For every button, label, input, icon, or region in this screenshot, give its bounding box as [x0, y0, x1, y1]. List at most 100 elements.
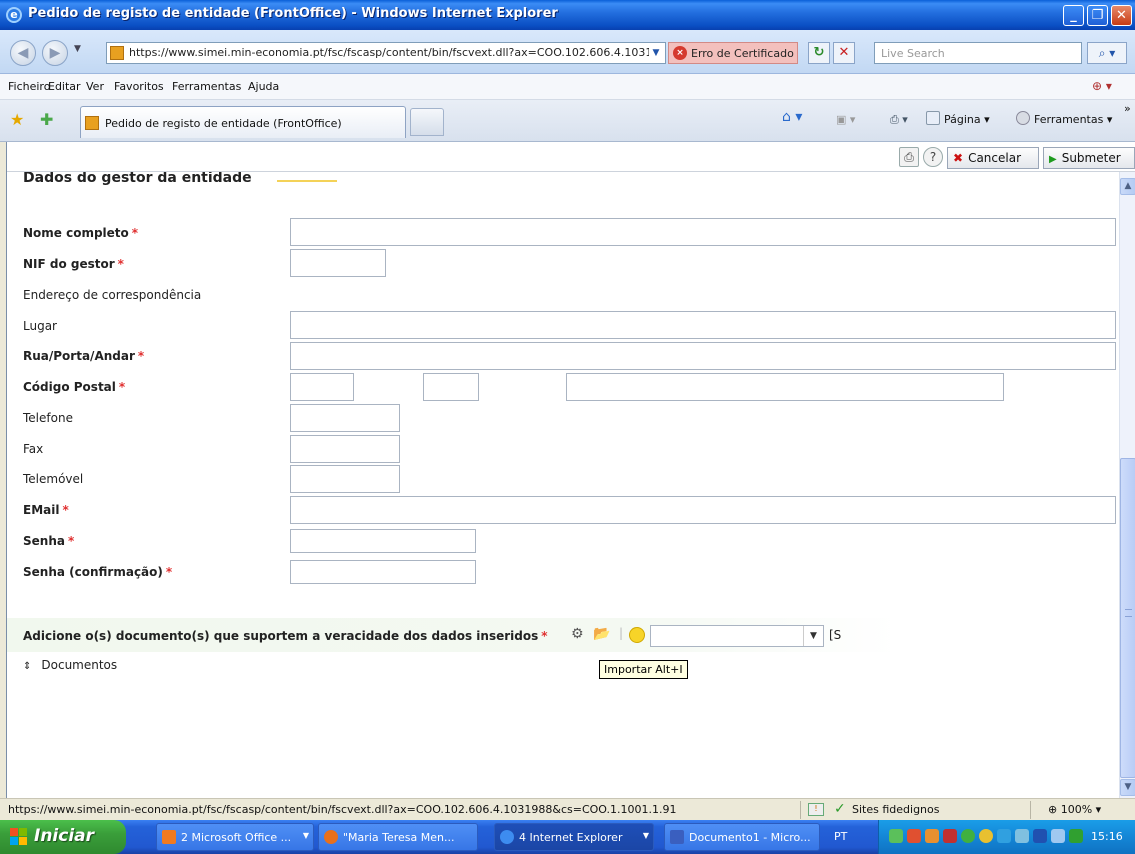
taskbar-item-firefox[interactable]: "Maria Teresa Men...	[318, 823, 478, 851]
codigo-postal-locality-input[interactable]	[566, 373, 1004, 401]
label-nome-completo: Nome completo *	[23, 226, 138, 240]
lugar-input[interactable]	[290, 311, 1116, 339]
documents-select[interactable]: ▼	[650, 625, 824, 647]
back-button[interactable]: ◀	[10, 40, 36, 66]
cancel-button[interactable]: ✖ Cancelar	[947, 147, 1039, 169]
security-zone[interactable]: Sites fidedignos	[852, 803, 939, 816]
office-icon	[162, 830, 176, 844]
close-button[interactable]: ✕	[1111, 5, 1132, 26]
label-text: Fax	[23, 442, 44, 456]
nome-completo-input[interactable]	[290, 218, 1116, 246]
sort-toggle-icon[interactable]: ⇕	[23, 661, 31, 672]
address-field[interactable]: https://www.simei.min-economia.pt/fsc/fs…	[106, 42, 666, 64]
page-menu-button[interactable]: Página ▾	[944, 113, 990, 126]
label-codigo-postal: Código Postal *	[23, 380, 125, 394]
senha-input[interactable]	[290, 529, 476, 553]
telefone-input[interactable]	[290, 404, 400, 432]
zoom-level[interactable]: ⊕ 100% ▾	[1048, 803, 1101, 816]
taskbar-item-internet-explorer[interactable]: 4 Internet Explorer ▼	[494, 823, 654, 851]
tray-app-icon[interactable]	[961, 829, 975, 843]
smiley-icon[interactable]	[629, 627, 645, 643]
tray-app-icon[interactable]	[889, 829, 903, 843]
language-indicator[interactable]: PT	[834, 830, 847, 843]
gear-icon	[1016, 111, 1030, 125]
scroll-down-button[interactable]: ▼	[1120, 779, 1135, 796]
scroll-thumb[interactable]	[1120, 458, 1135, 778]
label-text: Telemóvel	[23, 472, 84, 486]
tray-app-icon[interactable]	[1015, 829, 1029, 843]
open-folder-icon[interactable]: 📂	[593, 626, 610, 642]
menu-item-ferramentas[interactable]: Ferramentas	[172, 80, 241, 93]
address-dropdown[interactable]: ▼	[649, 45, 663, 61]
tray-app-icon[interactable]	[943, 829, 957, 843]
page-icon	[926, 111, 940, 125]
forward-button[interactable]: ▶	[42, 40, 68, 66]
help-icon[interactable]: ?	[923, 147, 943, 167]
search-button[interactable]: ⌕ ▾	[1087, 42, 1127, 64]
popup-warning-icon[interactable]: !	[808, 803, 824, 816]
taskbar-item-word[interactable]: Documento1 - Micro...	[664, 823, 820, 851]
tray-app-icon[interactable]	[1051, 829, 1065, 843]
tray-app-icon[interactable]	[925, 829, 939, 843]
scroll-up-button[interactable]: ▲	[1120, 178, 1135, 195]
telemovel-input[interactable]	[290, 465, 400, 493]
start-button[interactable]: Iniciar	[0, 820, 126, 854]
nif-gestor-input[interactable]	[290, 249, 386, 277]
window-title-bar[interactable]: e Pedido de registo de entidade (FrontOf…	[0, 0, 1135, 30]
senha-confirmacao-input[interactable]	[290, 560, 476, 584]
chevron-down-icon: ▼	[642, 831, 649, 840]
label-text: Senha	[23, 534, 65, 548]
tools-menu-button[interactable]: Ferramentas ▾	[1034, 113, 1112, 126]
translate-icon[interactable]: ⊕ ▾	[1092, 79, 1112, 93]
feeds-icon[interactable]: ▣ ▾	[836, 113, 855, 126]
fax-input[interactable]	[290, 435, 400, 463]
submit-button[interactable]: ▶ Submeter	[1043, 147, 1135, 169]
menu-item-favoritos[interactable]: Favoritos	[114, 80, 164, 93]
vertical-scrollbar[interactable]: ▲ ▼	[1119, 172, 1135, 798]
tray-app-icon[interactable]	[1033, 829, 1047, 843]
add-favorite-icon[interactable]: ✚	[40, 110, 53, 129]
tab-favicon-icon	[85, 116, 99, 130]
tray-app-icon[interactable]	[1069, 829, 1083, 843]
cancel-x-icon: ✖	[953, 151, 964, 165]
documents-row[interactable]: ⇕ Documentos	[23, 658, 117, 672]
status-url: https://www.simei.min-economia.pt/fsc/fs…	[8, 803, 677, 816]
chevron-more-icon[interactable]: »	[1124, 102, 1131, 115]
print-page-icon[interactable]: ⎙	[899, 147, 919, 167]
codigo-postal-prefix-input[interactable]	[290, 373, 354, 401]
clock[interactable]: 15:16	[1091, 830, 1123, 843]
new-tab-button[interactable]	[410, 108, 444, 136]
label-text: Rua/Porta/Andar	[23, 349, 135, 363]
taskbar-item-office[interactable]: 2 Microsoft Office ... ▼	[156, 823, 314, 851]
email-input[interactable]	[290, 496, 1116, 524]
required-marker: *	[117, 257, 124, 271]
certificate-error-button[interactable]: × Erro de Certificado	[668, 42, 798, 64]
import-icon[interactable]: ⚙	[571, 626, 584, 642]
print-icon[interactable]: ⎙ ▾	[890, 113, 908, 127]
maximize-button[interactable]: ❐	[1087, 5, 1108, 26]
tray-app-icon[interactable]	[997, 829, 1011, 843]
chevron-down-icon[interactable]: ▼	[803, 626, 823, 646]
rua-porta-andar-input[interactable]	[290, 342, 1116, 370]
recent-pages-dropdown[interactable]: ▼	[74, 44, 81, 54]
favorites-star-icon[interactable]: ★	[10, 110, 24, 129]
menu-item-ajuda[interactable]: Ajuda	[248, 80, 279, 93]
label-text: Nome completo	[23, 226, 129, 240]
start-label: Iniciar	[34, 826, 95, 846]
stop-button[interactable]: ✕	[833, 42, 855, 64]
search-input[interactable]: Live Search	[874, 42, 1082, 64]
label-nif-gestor: NIF do gestor *	[23, 257, 124, 271]
minimize-button[interactable]: _	[1063, 5, 1084, 26]
tray-app-icon[interactable]	[979, 829, 993, 843]
label-text: Lugar	[23, 319, 57, 333]
home-icon[interactable]: ⌂ ▾	[782, 109, 802, 125]
separator-icon: |	[619, 626, 624, 640]
menu-item-editar[interactable]: Editar	[48, 80, 81, 93]
menu-item-ver[interactable]: Ver	[86, 80, 104, 93]
menu-bar: Ficheiro Editar Ver Favoritos Ferramenta…	[0, 74, 1135, 100]
codigo-postal-suffix-input[interactable]	[423, 373, 479, 401]
menu-item-ficheiro[interactable]: Ficheiro	[8, 80, 50, 93]
tray-app-icon[interactable]	[907, 829, 921, 843]
tab-pedido-registo[interactable]: Pedido de registo de entidade (FrontOffi…	[80, 106, 406, 138]
refresh-button[interactable]: ↻	[808, 42, 830, 64]
